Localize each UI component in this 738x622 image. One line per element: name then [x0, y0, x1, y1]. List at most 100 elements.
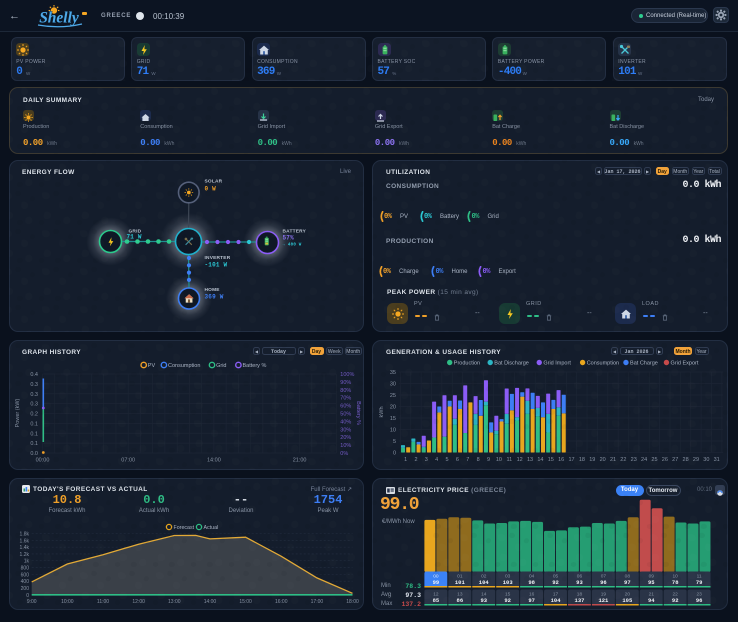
svg-text:11:00: 11:00	[97, 599, 109, 605]
svg-text:Battery %: Battery %	[355, 401, 361, 425]
svg-text:97: 97	[624, 579, 631, 586]
svg-text:1.8k: 1.8k	[20, 531, 30, 537]
svg-text:20%: 20%	[340, 435, 351, 441]
svg-text:0.0: 0.0	[30, 451, 38, 457]
svg-text:93: 93	[480, 597, 487, 604]
svg-text:18:00: 18:00	[346, 599, 359, 605]
svg-text:0: 0	[393, 451, 396, 457]
svg-text:14: 14	[537, 457, 543, 463]
svg-text:369 W: 369 W	[205, 294, 224, 301]
svg-text:16:00: 16:00	[275, 599, 288, 605]
svg-text:INVERTER: INVERTER	[205, 255, 231, 261]
svg-text:105: 105	[622, 597, 633, 604]
svg-text:24: 24	[641, 457, 647, 463]
svg-text:22: 22	[620, 457, 626, 463]
svg-text:Production: Production	[454, 361, 480, 367]
svg-text:10%: 10%	[340, 443, 351, 449]
svg-text:30: 30	[390, 382, 396, 388]
svg-text:8: 8	[477, 457, 480, 463]
svg-text:Grid Export: Grid Export	[671, 361, 699, 367]
svg-text:3: 3	[425, 457, 428, 463]
svg-text:PV: PV	[148, 363, 156, 369]
svg-text:Bat Discharge: Bat Discharge	[494, 361, 529, 367]
svg-text:101: 101	[455, 579, 466, 586]
svg-text:15: 15	[548, 457, 554, 463]
svg-text:27: 27	[672, 457, 678, 463]
svg-text:92: 92	[552, 579, 559, 586]
svg-text:400: 400	[21, 579, 30, 585]
svg-text:98: 98	[528, 579, 535, 586]
svg-text:16: 16	[558, 457, 564, 463]
svg-text:17: 17	[568, 457, 574, 463]
svg-text:18: 18	[579, 457, 585, 463]
svg-text:96: 96	[600, 579, 607, 586]
svg-text:Bat Charge: Bat Charge	[630, 361, 658, 367]
svg-text:HOME: HOME	[205, 287, 221, 293]
svg-text:0.3: 0.3	[30, 382, 38, 388]
svg-text:12: 12	[517, 457, 523, 463]
svg-text:31: 31	[714, 457, 720, 463]
svg-text:15:00: 15:00	[239, 599, 252, 605]
svg-text:103: 103	[503, 579, 514, 586]
svg-text:99: 99	[433, 579, 440, 586]
svg-text:13:00: 13:00	[168, 599, 181, 605]
svg-text:0.4: 0.4	[30, 372, 38, 378]
svg-text:30%: 30%	[340, 427, 351, 433]
svg-text:Forecast: Forecast	[174, 525, 195, 531]
svg-text:Actual: Actual	[204, 525, 219, 531]
svg-text:1k: 1k	[24, 559, 30, 565]
svg-text:20: 20	[390, 405, 396, 411]
svg-text:23: 23	[631, 457, 637, 463]
svg-text:800: 800	[21, 566, 30, 572]
svg-text:40%: 40%	[340, 419, 351, 425]
svg-text:14:00: 14:00	[207, 458, 221, 464]
svg-text:Power (kW): Power (kW)	[15, 398, 21, 427]
svg-text:1: 1	[404, 457, 407, 463]
svg-text:11: 11	[506, 457, 512, 463]
svg-text:14:00: 14:00	[204, 599, 217, 605]
svg-text:71 W: 71 W	[127, 234, 142, 241]
svg-text:70%: 70%	[340, 396, 351, 402]
svg-text:104: 104	[479, 579, 490, 586]
svg-text:85: 85	[433, 597, 440, 604]
svg-text:200: 200	[21, 586, 30, 592]
svg-text:07:00: 07:00	[121, 458, 135, 464]
svg-text:5: 5	[393, 439, 396, 445]
svg-text:78: 78	[672, 579, 679, 586]
svg-text:19: 19	[589, 457, 595, 463]
svg-text:21:00: 21:00	[293, 458, 307, 464]
svg-text:4: 4	[435, 457, 438, 463]
svg-text:96: 96	[696, 597, 703, 604]
svg-text:95: 95	[648, 579, 655, 586]
svg-text:30: 30	[703, 457, 709, 463]
svg-text:26: 26	[662, 457, 668, 463]
svg-text:0.1: 0.1	[30, 421, 38, 427]
svg-text:9:00: 9:00	[27, 599, 37, 605]
svg-text:25: 25	[651, 457, 657, 463]
svg-text:20: 20	[600, 457, 606, 463]
svg-text:6: 6	[456, 457, 459, 463]
svg-text:0.2: 0.2	[30, 412, 38, 418]
svg-text:Consumption: Consumption	[587, 361, 619, 367]
svg-text:0.3: 0.3	[30, 392, 38, 398]
svg-text:2: 2	[414, 457, 417, 463]
svg-text:50%: 50%	[340, 412, 351, 418]
svg-text:15: 15	[390, 416, 396, 422]
svg-text:25: 25	[390, 393, 396, 399]
svg-text:Consumption: Consumption	[168, 363, 200, 369]
svg-text:Shelly: Shelly	[39, 10, 79, 27]
svg-text:0%: 0%	[340, 451, 348, 457]
svg-text:93: 93	[576, 579, 583, 586]
svg-text:12:00: 12:00	[132, 599, 145, 605]
svg-text:Grid: Grid	[216, 363, 226, 369]
svg-text:-101 W: -101 W	[205, 262, 228, 269]
svg-text:10: 10	[496, 457, 502, 463]
svg-text:92: 92	[504, 597, 511, 604]
svg-text:17:00: 17:00	[311, 599, 324, 605]
svg-text:35: 35	[390, 370, 396, 376]
svg-text:10:00: 10:00	[61, 599, 74, 605]
svg-text:00:00: 00:00	[36, 458, 50, 464]
svg-text:10: 10	[390, 428, 396, 434]
svg-text:Battery %: Battery %	[243, 363, 267, 369]
svg-text:SOLAR: SOLAR	[205, 179, 223, 185]
